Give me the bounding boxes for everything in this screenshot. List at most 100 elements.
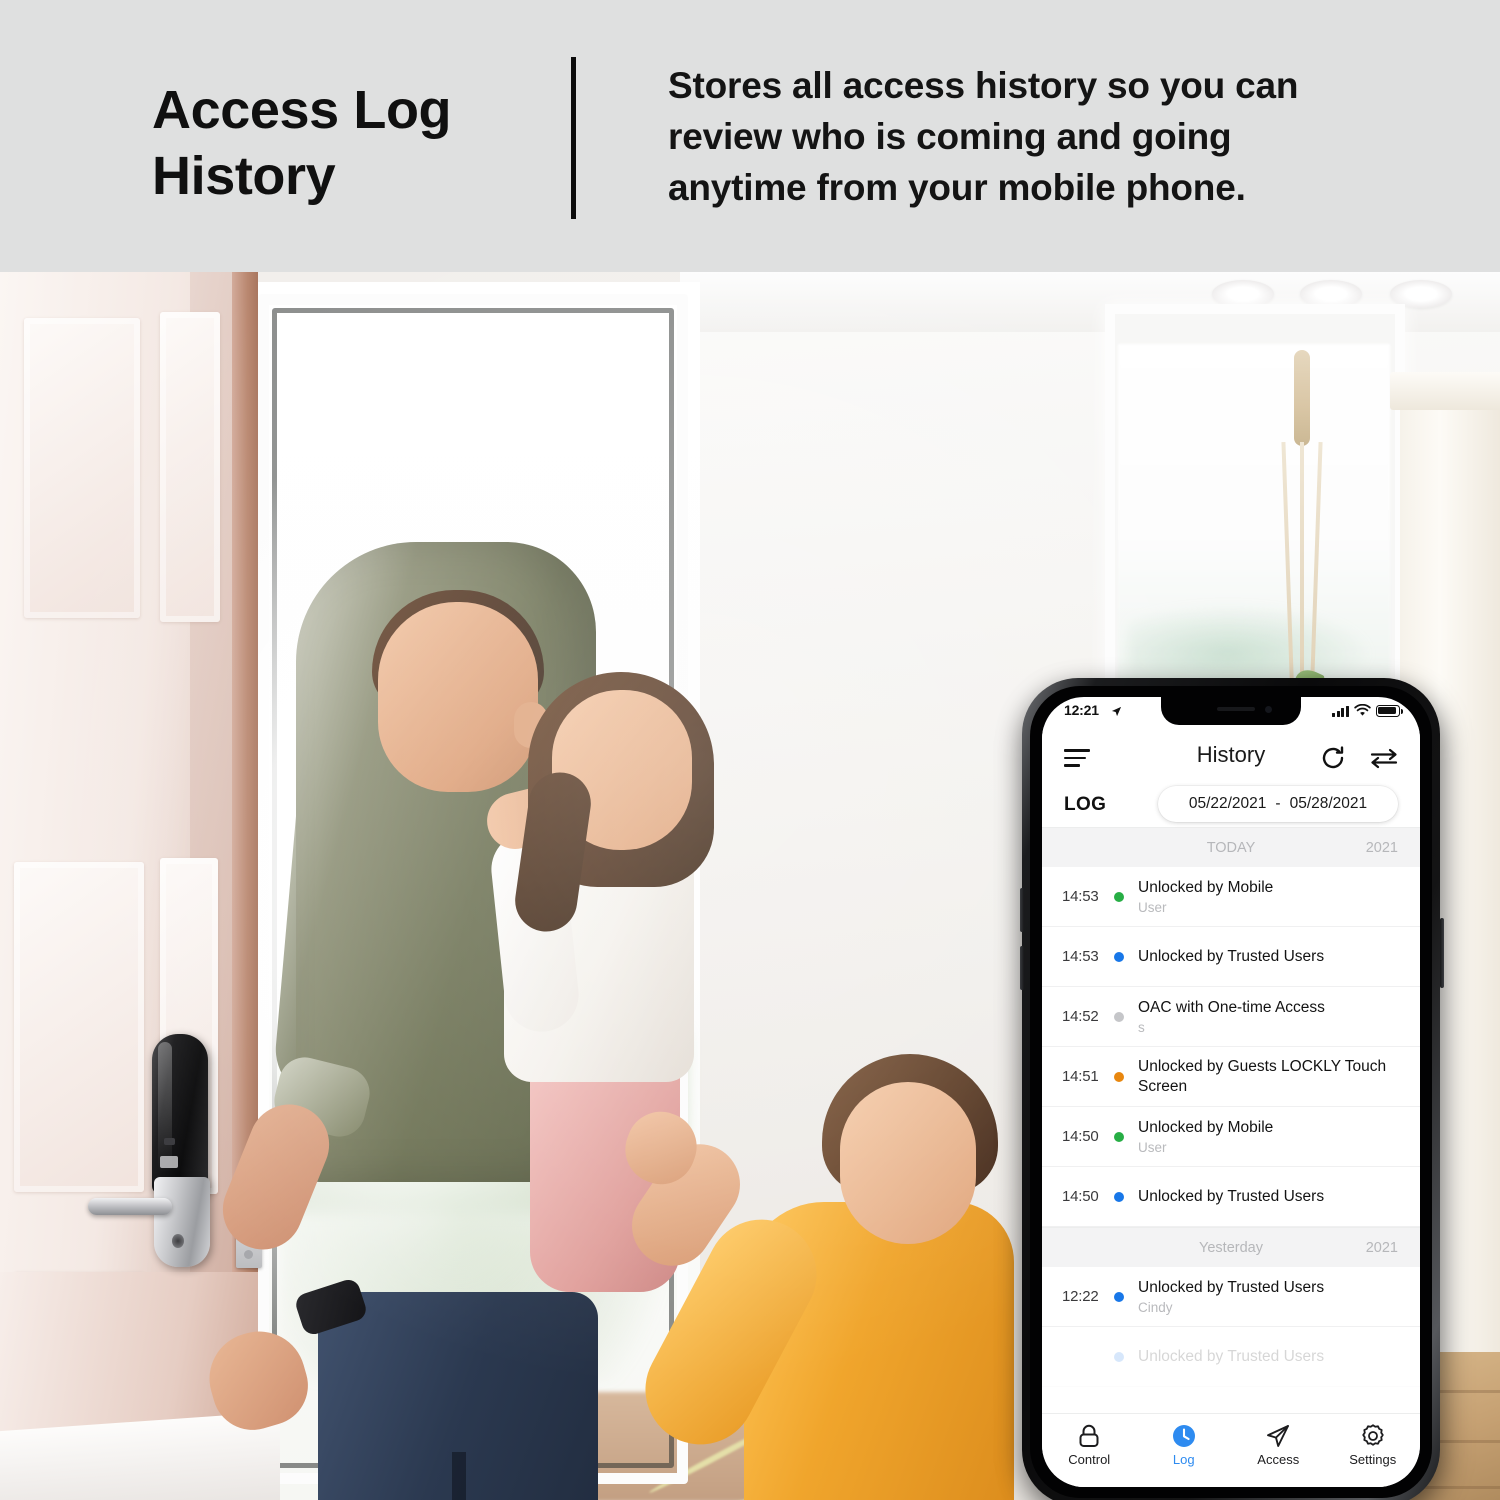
front-camera: [1265, 706, 1272, 713]
tab-label: Access: [1257, 1452, 1300, 1467]
log-subtitle: s: [1138, 1020, 1145, 1036]
header-description: Stores all access history so you can rev…: [668, 65, 1299, 209]
log-row-partial[interactable]: Unlocked by Trusted Users: [1042, 1327, 1420, 1387]
log-toolbar: LOG 05/22/2021 - 05/28/2021: [1042, 783, 1420, 827]
refresh-icon[interactable]: [1320, 745, 1346, 771]
log-row[interactable]: 14:53 Unlocked by Trusted Users: [1042, 927, 1420, 987]
log-row[interactable]: 12:22 Unlocked by Trusted Users Cindy: [1042, 1267, 1420, 1327]
log-time: 12:22: [1062, 1288, 1099, 1305]
log-title: Unlocked by Trusted Users: [1138, 1347, 1325, 1365]
lock-icon: [1042, 1422, 1137, 1450]
clock-icon: [1137, 1422, 1232, 1450]
gear-icon: [1326, 1422, 1421, 1450]
log-time: 14:51: [1062, 1068, 1099, 1085]
log-body: Unlocked by Trusted Users: [1138, 1187, 1406, 1206]
log-title: OAC with One-time Access: [1138, 998, 1325, 1016]
log-title: Unlocked by Trusted Users: [1138, 947, 1325, 965]
log-body: Unlocked by Guests LOCKLY Touch Screen: [1138, 1057, 1406, 1096]
date-range-start: 05/22/2021: [1188, 795, 1267, 812]
log-body: Unlocked by Mobile User: [1138, 878, 1406, 915]
log-body: Unlocked by Trusted Users Cindy: [1138, 1278, 1406, 1315]
door-panel-inset: [160, 312, 220, 622]
father-jeans-seam: [452, 1452, 466, 1500]
log-title: Unlocked by Trusted Users: [1138, 1187, 1325, 1205]
tab-label: Settings: [1349, 1452, 1397, 1467]
phone-volume-button[interactable]: [1020, 946, 1024, 990]
phone-power-button[interactable]: [1440, 918, 1444, 988]
log-status-dot: [1114, 1291, 1124, 1302]
location-arrow-icon: [1111, 706, 1122, 717]
log-body: Unlocked by Mobile User: [1138, 1118, 1406, 1155]
cellular-bars-icon: [1332, 705, 1349, 717]
log-time: 14:53: [1062, 888, 1099, 905]
earpiece-speaker: [1217, 707, 1255, 711]
wifi-icon: [1354, 704, 1371, 716]
log-status-dot: [1114, 1011, 1124, 1022]
tab-access[interactable]: Access: [1231, 1422, 1326, 1467]
log-row[interactable]: 14:50 Unlocked by Trusted Users: [1042, 1167, 1420, 1227]
tab-label: Control: [1068, 1452, 1111, 1467]
tab-settings[interactable]: Settings: [1326, 1422, 1421, 1467]
window-foliage: [1128, 602, 1378, 688]
log-body: Unlocked by Trusted Users: [1138, 1347, 1406, 1366]
log-row[interactable]: 14:52 OAC with One-time Access s: [1042, 987, 1420, 1047]
smart-lock-indicator: [164, 1138, 175, 1145]
column-capital: [1390, 372, 1500, 410]
macrame-string: [1300, 442, 1304, 704]
swap-arrows-icon[interactable]: [1370, 747, 1398, 769]
log-time: 14:50: [1062, 1128, 1099, 1145]
log-row[interactable]: 14:53 Unlocked by Mobile User: [1042, 867, 1420, 927]
phone-volume-button[interactable]: [1020, 888, 1024, 932]
macrame-knot: [1294, 350, 1310, 446]
boy-head: [840, 1082, 976, 1244]
section-year: 2021: [1365, 840, 1398, 856]
date-range-separator: -: [1275, 795, 1281, 812]
log-subtitle: Cindy: [1138, 1300, 1173, 1316]
log-row[interactable]: 14:51 Unlocked by Guests LOCKLY Touch Sc…: [1042, 1047, 1420, 1107]
log-label: LOG: [1064, 794, 1107, 815]
log-time: 14:52: [1062, 1008, 1099, 1025]
log-status-dot: [1114, 1351, 1124, 1362]
smartphone-mockup: 12:21 History LOG 05/22/2021 - 05/28/202…: [1020, 678, 1444, 1500]
section-year: 2021: [1365, 1240, 1398, 1256]
door-panel-inset: [14, 862, 144, 1192]
section-label: TODAY: [1206, 840, 1256, 856]
header-band: Access Log History Stores all access his…: [0, 0, 1500, 272]
log-title: Unlocked by Guests LOCKLY Touch Screen: [1138, 1058, 1387, 1095]
page-title-line2: History: [152, 145, 336, 206]
strike-plate-screw: [244, 1250, 253, 1259]
log-title: Unlocked by Mobile: [1138, 878, 1274, 896]
section-header-today: TODAY 2021: [1042, 827, 1420, 867]
page-title: Access Log History: [152, 78, 552, 210]
phone-notch: [1161, 697, 1301, 725]
phone-screen: 12:21 History LOG 05/22/2021 - 05/28/202…: [1042, 697, 1420, 1487]
page-title-line1: Access Log: [152, 80, 452, 140]
log-body: OAC with One-time Access s: [1138, 998, 1406, 1035]
tab-control[interactable]: Control: [1042, 1422, 1137, 1467]
promo-canvas: Access Log History Stores all access his…: [0, 0, 1500, 1500]
smart-lock-logo: [160, 1156, 178, 1168]
date-range-picker[interactable]: 05/22/2021 - 05/28/2021: [1158, 786, 1398, 822]
log-subtitle: User: [1138, 1140, 1167, 1156]
door-panel-inset: [24, 318, 140, 618]
smart-lock-gloss: [158, 1042, 172, 1172]
app-navbar: History: [1042, 727, 1420, 783]
section-header-yesterday: Yesterday 2021: [1042, 1227, 1420, 1267]
log-body: Unlocked by Trusted Users: [1138, 947, 1406, 966]
paper-plane-icon: [1231, 1422, 1326, 1450]
log-status-dot: [1114, 1191, 1124, 1202]
status-indicators: [1332, 704, 1403, 717]
status-time: 12:21: [1064, 702, 1099, 718]
bottom-tab-bar: Control Log Access Settings: [1042, 1413, 1420, 1487]
father-head: [378, 602, 538, 792]
log-title: Unlocked by Mobile: [1138, 1118, 1274, 1136]
screen-title: History: [1196, 742, 1266, 767]
log-status-dot: [1114, 1131, 1124, 1142]
access-log-list[interactable]: TODAY 2021 14:53 Unlocked by Mobile User…: [1042, 827, 1420, 1427]
log-time: 14:50: [1062, 1188, 1099, 1205]
tab-label: Log: [1172, 1452, 1195, 1467]
log-row[interactable]: 14:50 Unlocked by Mobile User: [1042, 1107, 1420, 1167]
smart-lock-base: [154, 1177, 210, 1267]
log-status-dot: [1114, 891, 1124, 902]
tab-log[interactable]: Log: [1137, 1422, 1232, 1467]
